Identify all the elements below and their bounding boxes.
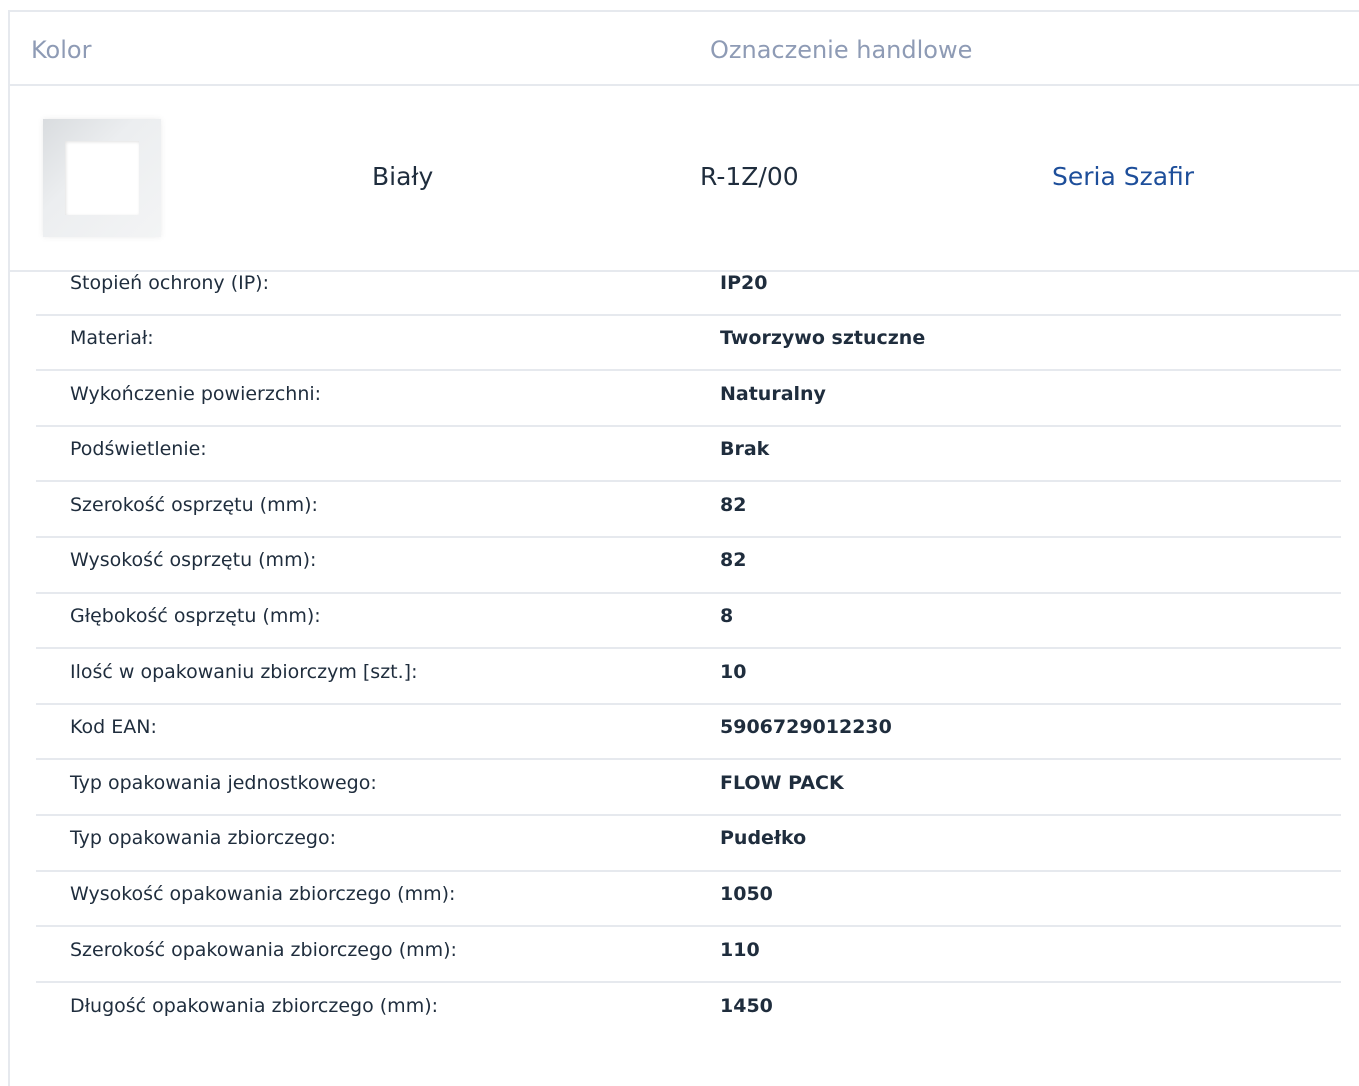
spec-value: Naturalny	[720, 382, 826, 405]
spec-row: Typ opakowania jednostkowego: FLOW PACK	[36, 760, 1341, 816]
spec-value: 1050	[720, 883, 773, 906]
spec-value: Pudełko	[720, 827, 807, 850]
spec-label: Wysokość osprzętu (mm):	[70, 549, 317, 572]
spec-row: Stopień ochrony (IP): IP20	[36, 260, 1341, 316]
spec-row: Wykończenie powierzchni: Naturalny	[36, 371, 1341, 427]
spec-value: 82	[720, 493, 747, 516]
spec-row: Typ opakowania zbiorczego: Pudełko	[36, 816, 1341, 872]
spec-row: Wysokość opakowania zbiorczego (mm): 105…	[36, 872, 1341, 928]
product-thumbnail	[43, 119, 161, 237]
spec-row: Szerokość osprzętu (mm): 82	[36, 482, 1341, 538]
spec-row: Materiał: Tworzywo sztuczne	[36, 316, 1341, 372]
spec-value: IP20	[720, 271, 768, 294]
spec-label: Stopień ochrony (IP):	[70, 271, 269, 294]
spec-label: Kod EAN:	[70, 716, 157, 739]
spec-label: Ilość w opakowaniu zbiorczym [szt.]:	[70, 660, 418, 683]
frame-opening	[65, 141, 139, 215]
column-header-oznaczenie: Oznaczenie handlowe	[710, 36, 973, 64]
spec-label: Podświetlenie:	[70, 438, 207, 461]
spec-value: 1450	[720, 995, 773, 1018]
variant-trade-code: R-1Z/00	[700, 162, 799, 191]
spec-value: 8	[720, 605, 734, 628]
spec-label: Głębokość osprzętu (mm):	[70, 605, 321, 628]
spec-value: FLOW PACK	[720, 771, 844, 794]
table-header: Kolor Oznaczenie handlowe	[10, 12, 1359, 86]
spec-row: Głębokość osprzętu (mm): 8	[36, 594, 1341, 650]
spec-label: Wysokość opakowania zbiorczego (mm):	[70, 883, 456, 906]
spec-label: Materiał:	[70, 327, 154, 350]
spec-row: Długość opakowania zbiorczego (mm): 1450	[36, 983, 1341, 1039]
spec-value: 82	[720, 549, 747, 572]
spec-value: 110	[720, 938, 760, 961]
spec-value: 10	[720, 660, 747, 683]
spec-label: Długość opakowania zbiorczego (mm):	[70, 995, 439, 1018]
column-header-kolor: Kolor	[31, 36, 92, 64]
spec-label: Typ opakowania zbiorczego:	[70, 827, 336, 850]
spec-value: 5906729012230	[720, 716, 892, 739]
spec-row: Kod EAN: 5906729012230	[36, 705, 1341, 761]
spec-value: Tworzywo sztuczne	[720, 327, 926, 350]
series-link[interactable]: Seria Szafir	[1052, 162, 1194, 191]
spec-label: Szerokość opakowania zbiorczego (mm):	[70, 938, 457, 961]
spec-table: Stopień ochrony (IP): IP20 Materiał: Two…	[36, 260, 1341, 1038]
spec-row: Szerokość opakowania zbiorczego (mm): 11…	[36, 927, 1341, 983]
variant-row: Biały R-1Z/00 Seria Szafir	[10, 86, 1359, 272]
variant-color-name: Biały	[372, 162, 434, 191]
spec-row: Ilość w opakowaniu zbiorczym [szt.]: 10	[36, 649, 1341, 705]
spec-row: Wysokość osprzętu (mm): 82	[36, 538, 1341, 594]
spec-label: Typ opakowania jednostkowego:	[70, 771, 377, 794]
spec-label: Wykończenie powierzchni:	[70, 382, 322, 405]
spec-value: Brak	[720, 438, 770, 461]
spec-row: Podświetlenie: Brak	[36, 427, 1341, 483]
spec-label: Szerokość osprzętu (mm):	[70, 493, 318, 516]
